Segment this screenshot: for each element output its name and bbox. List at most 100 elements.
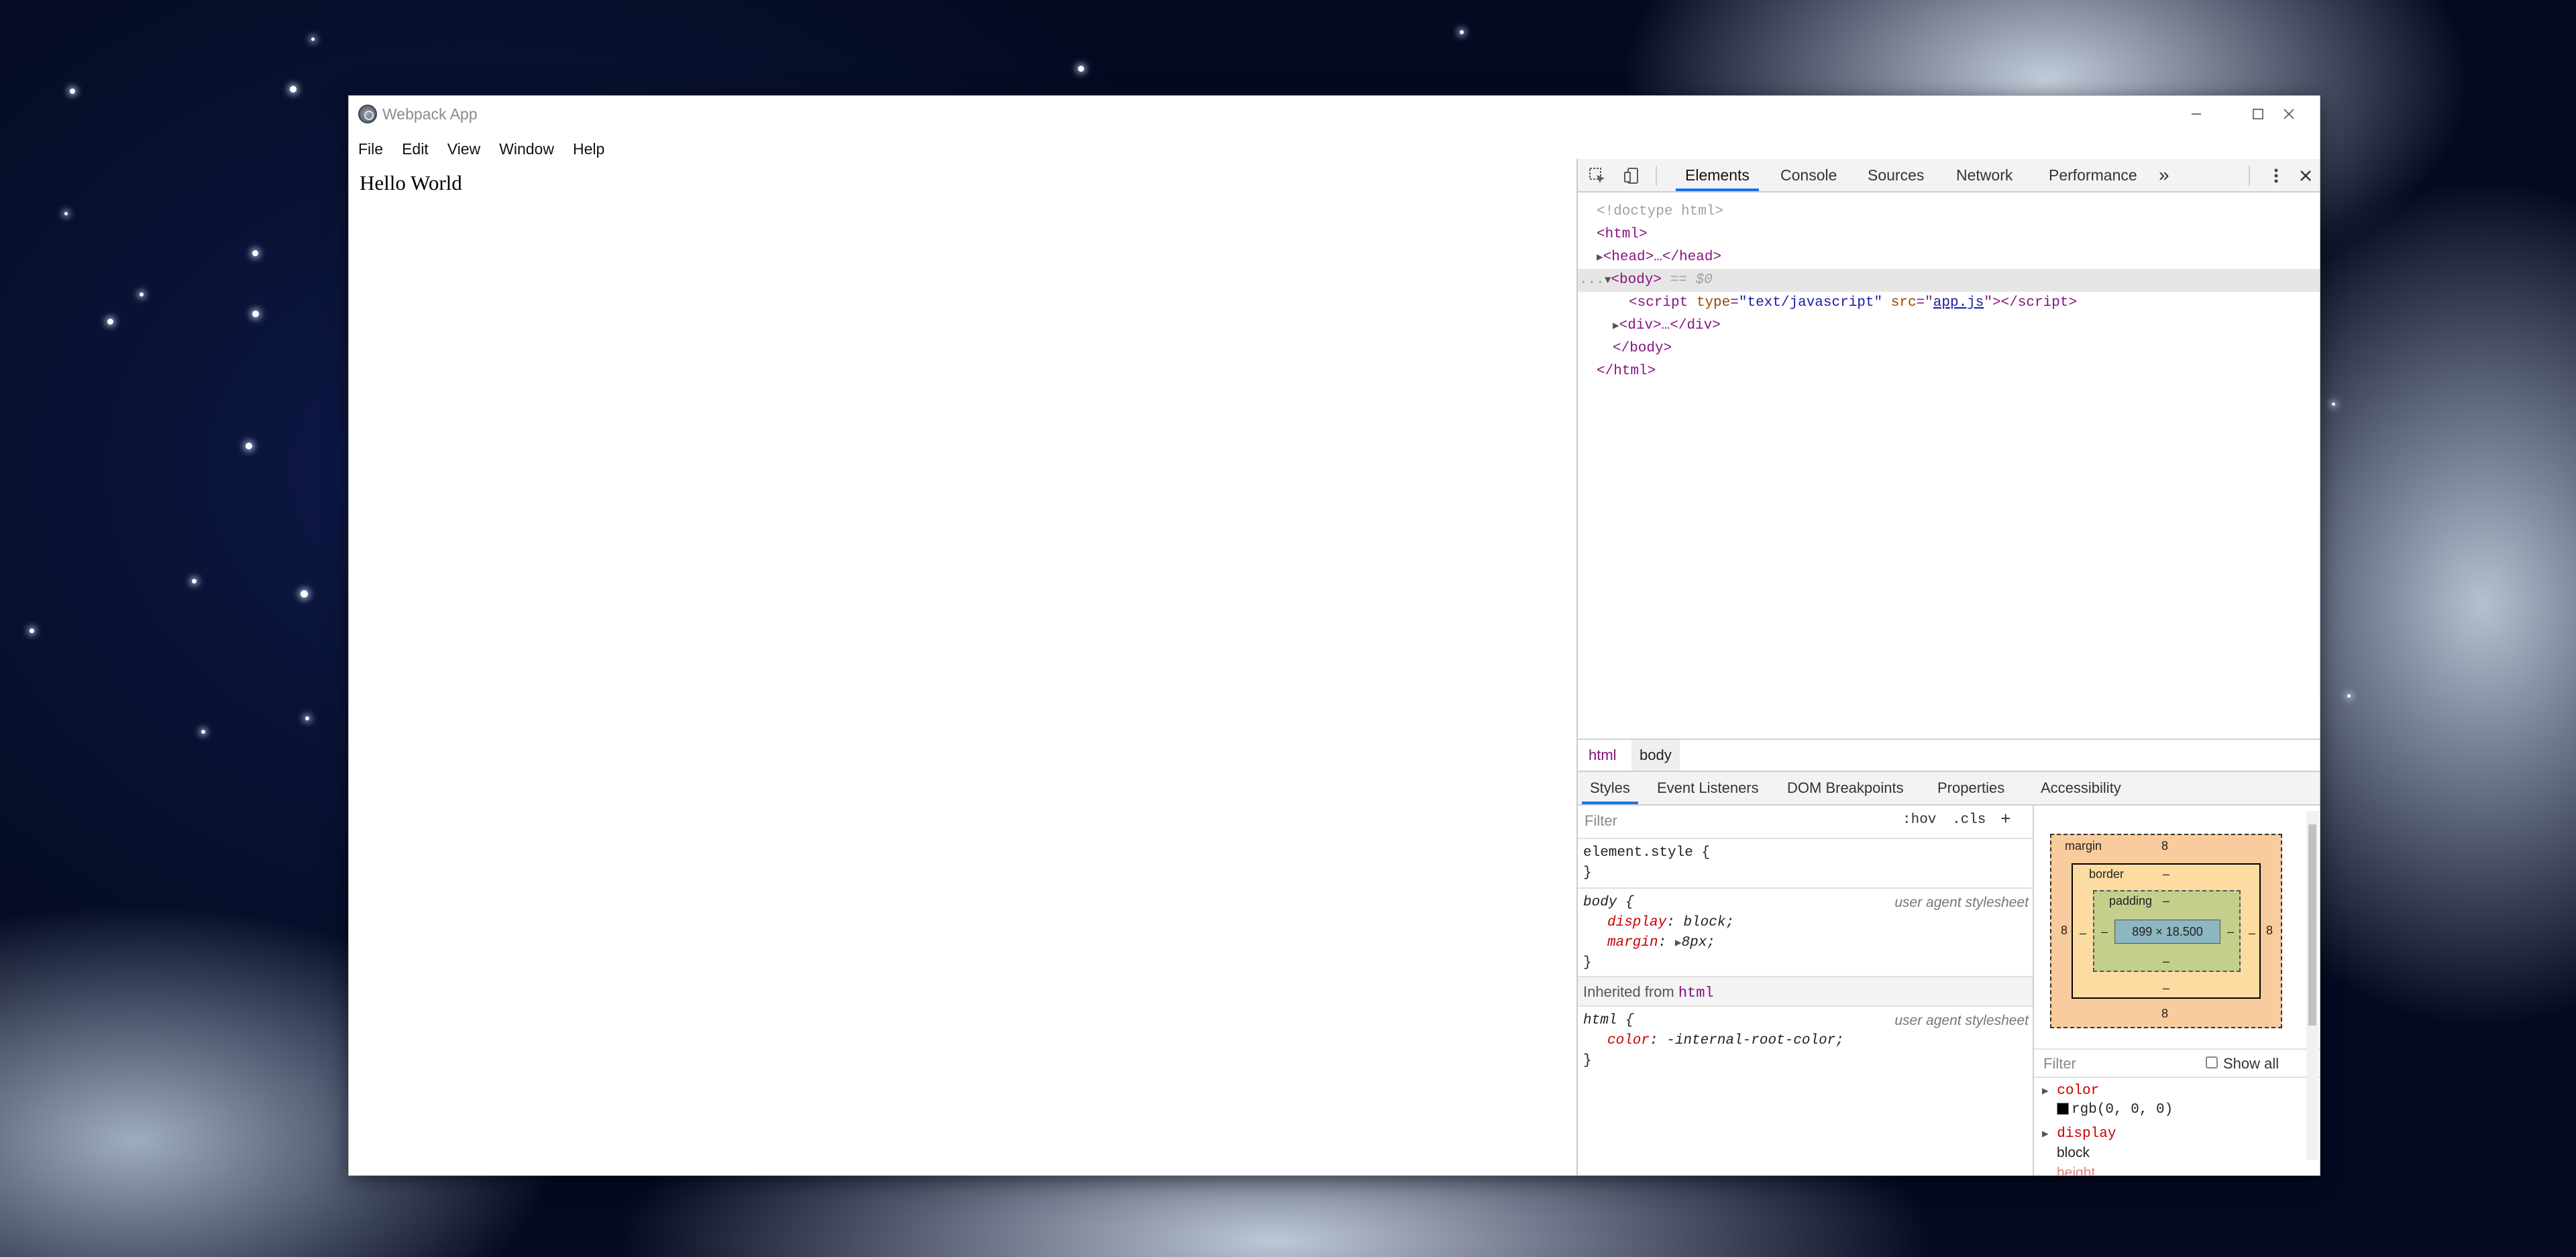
margin-top-value: 8 (2161, 839, 2169, 853)
minimize-button[interactable] (2165, 96, 2227, 132)
more-tabs-button[interactable]: » (2159, 159, 2169, 191)
expand-triangle-icon[interactable]: ▶ (1613, 320, 1619, 332)
dom-body-close[interactable]: </body> (1613, 337, 2320, 360)
devtools-toolbar: Elements Console Sources Network Perform… (1578, 159, 2320, 193)
rule-close-brace: } (1583, 1053, 1592, 1069)
computed-display-row[interactable]: ▶ display (2042, 1126, 2116, 1142)
box-model-padding[interactable]: padding – – – – 899 × 18.500 (2093, 890, 2241, 972)
type-attr: type (1696, 295, 1731, 311)
html-selector[interactable]: html { (1583, 1011, 1634, 1031)
dom-html-close[interactable]: </html> (1597, 360, 2320, 383)
tab-network[interactable]: Network (1956, 159, 2012, 191)
computed-filter-input[interactable]: Filter (2043, 1055, 2076, 1073)
body-open-tag: <body> (1611, 272, 1662, 288)
star (30, 628, 34, 633)
subtab-dom-breakpoints[interactable]: DOM Breakpoints (1787, 772, 1904, 804)
menu-view[interactable]: View (438, 140, 490, 158)
star (1460, 30, 1464, 34)
elements-tree: <!doctype html> <html> ▶<head>…</head> .… (1578, 193, 2320, 739)
tab-performance[interactable]: Performance (2049, 159, 2137, 191)
new-style-rule-button[interactable]: + (2000, 810, 2011, 830)
hov-button[interactable]: :hov (1902, 812, 1936, 828)
element-style-selector[interactable]: element.style { (1583, 843, 1710, 863)
star (246, 443, 252, 449)
kebab-menu-icon[interactable] (2265, 164, 2288, 187)
computed-scrollbar[interactable] (2306, 811, 2318, 1160)
toolbar-divider (1656, 166, 1657, 186)
menu-edit[interactable]: Edit (392, 140, 438, 158)
dom-doctype[interactable]: <!doctype html> (1597, 201, 2320, 223)
rule-close-brace: } (1583, 865, 1592, 881)
menu-window[interactable]: Window (490, 140, 564, 158)
menu-file[interactable]: File (349, 140, 392, 158)
computed-filter-row: Filter Show all (2034, 1048, 2320, 1078)
expand-triangle-icon[interactable]: ▶ (2042, 1085, 2049, 1097)
styles-filter-input[interactable]: Filter (1585, 812, 1617, 830)
body-close-tag: </body> (1613, 341, 1672, 356)
star (311, 38, 315, 41)
inspect-element-icon[interactable] (1586, 164, 1609, 187)
breadcrumb-body[interactable]: body (1631, 740, 1680, 771)
star (2347, 694, 2351, 698)
computed-color-row[interactable]: ▶ color (2042, 1083, 2099, 1099)
device-toolbar-icon[interactable] (1621, 164, 1644, 187)
src-attr: src (1890, 295, 1917, 311)
dom-html-open[interactable]: <html> (1597, 223, 2320, 246)
inherited-header: Inherited from html (1578, 977, 2033, 1007)
dom-div[interactable]: ▶<div>…</div> (1613, 315, 2320, 337)
row-ellipsis: ... (1579, 272, 1605, 288)
box-model-margin[interactable]: margin 8 8 8 8 border – – – – padding – … (2050, 834, 2282, 1028)
html-close-tag: </html> (1597, 364, 1656, 379)
minimize-icon (2192, 113, 2201, 115)
body-style-rule: body { user agent stylesheet display: bl… (1578, 889, 2033, 977)
computed-height-row[interactable]: height (2057, 1165, 2095, 1175)
color-swatch[interactable] (2057, 1103, 2069, 1115)
rule-close-brace: } (1583, 955, 1592, 971)
script-close-tag-name: script (2017, 295, 2069, 311)
inherited-tag-link[interactable]: html (1678, 985, 1714, 1001)
show-all-label: Show all (2223, 1055, 2279, 1072)
box-model-content[interactable]: 899 × 18.500 (2114, 920, 2220, 944)
tab-elements[interactable]: Elements (1676, 159, 1759, 191)
body-selector[interactable]: body { (1583, 893, 1634, 913)
dom-script[interactable]: <script type="text/javascript" src="app.… (1629, 292, 2320, 315)
tab-sources[interactable]: Sources (1868, 159, 1924, 191)
html-style-rule: html { user agent stylesheet color: -int… (1578, 1007, 2033, 1077)
show-all-checkbox[interactable] (2206, 1056, 2218, 1069)
user-agent-label: user agent stylesheet (1894, 1013, 2029, 1028)
menu-help[interactable]: Help (564, 140, 614, 158)
tab-console[interactable]: Console (1780, 159, 1837, 191)
padding-right-value: – (2227, 925, 2235, 938)
breadcrumb: html body (1578, 739, 2320, 772)
star (192, 579, 197, 584)
star (70, 89, 75, 94)
subtab-styles[interactable]: Styles (1582, 772, 1638, 804)
title-bar[interactable]: Webpack App (349, 96, 2320, 132)
display-declaration[interactable]: display: block; (1607, 913, 1734, 933)
dom-body-selected[interactable]: ...▼<body> == $0 (1578, 269, 2320, 292)
inherited-label: Inherited from (1583, 983, 1674, 1000)
expand-triangle-icon[interactable]: ▶ (1597, 252, 1603, 264)
close-button[interactable] (2258, 96, 2320, 132)
doctype-text: <!doctype html> (1597, 204, 1724, 219)
subtab-event-listeners[interactable]: Event Listeners (1657, 772, 1759, 804)
cls-button[interactable]: .cls (1952, 812, 1986, 828)
src-link[interactable]: app.js (1933, 295, 1984, 311)
sidebar-tabs: Styles Event Listeners DOM Breakpoints P… (1578, 772, 2320, 806)
expand-triangle-icon[interactable]: ▶ (2042, 1128, 2049, 1140)
subtab-accessibility[interactable]: Accessibility (2041, 772, 2121, 804)
margin-declaration[interactable]: margin: ▶8px; (1607, 933, 1715, 953)
star (290, 86, 297, 93)
box-model-border[interactable]: border – – – – padding – – – – 899 × 18.… (2072, 863, 2261, 999)
border-right-value: – (2249, 926, 2256, 940)
border-top-value: – (2163, 867, 2170, 881)
breadcrumb-html[interactable]: html (1580, 740, 1625, 771)
subtab-properties[interactable]: Properties (1937, 772, 2004, 804)
head-tag: <head>…</head> (1603, 250, 1722, 265)
collapse-triangle-icon[interactable]: ▼ (1605, 274, 1611, 286)
color-declaration[interactable]: color: -internal-root-color; (1607, 1031, 1844, 1051)
close-devtools-icon[interactable] (2294, 164, 2317, 187)
star (305, 716, 309, 720)
scroll-thumb[interactable] (2308, 824, 2316, 1026)
dom-head[interactable]: ▶<head>…</head> (1597, 246, 2320, 269)
